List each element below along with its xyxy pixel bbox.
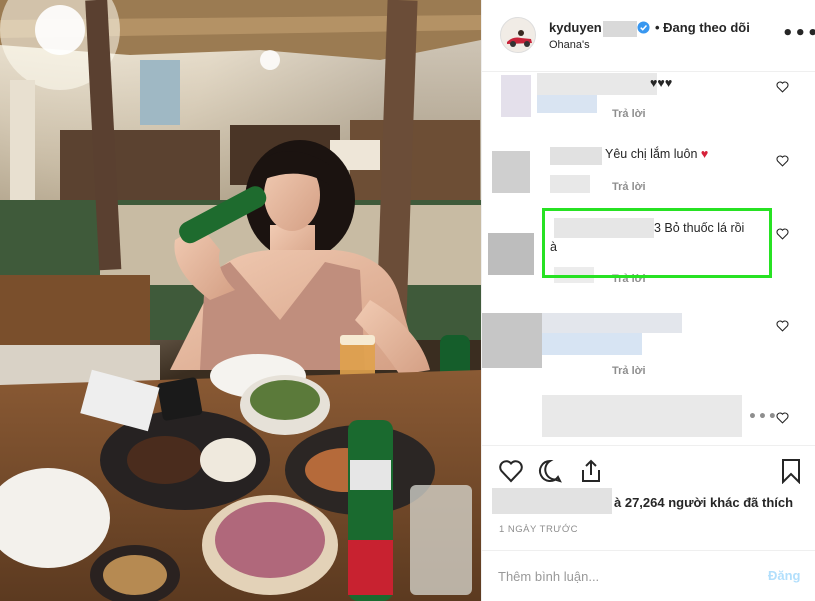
comment-text-redacted <box>542 395 742 437</box>
comment-highlight-box <box>542 208 772 278</box>
add-comment-bar: Đăng <box>482 550 815 601</box>
verified-icon <box>637 21 650 34</box>
comment-text: Yêu chị lắm luôn ♥ <box>605 147 708 161</box>
likers-redacted <box>492 488 612 514</box>
comment-text-content: Yêu chị lắm luôn <box>605 147 698 161</box>
comment-icon[interactable] <box>537 458 563 484</box>
comment-like-icon[interactable] <box>776 81 789 93</box>
comment-like-icon[interactable] <box>776 228 789 240</box>
avatar-image <box>501 18 535 52</box>
share-icon[interactable] <box>578 458 604 484</box>
comment-more-icon[interactable]: ••• <box>748 409 778 425</box>
reply-button[interactable]: Trả lời <box>612 108 646 120</box>
post-timestamp[interactable]: 1 NGÀY TRƯỚC <box>499 524 578 535</box>
more-icon[interactable]: ••• <box>782 25 815 43</box>
post-header: kyduyen • Đang theo dõi Ohana's ••• <box>482 0 815 72</box>
comment-redacted <box>537 95 597 113</box>
comment-like-icon[interactable] <box>776 155 789 167</box>
username-text: kyduyen <box>549 20 602 35</box>
comment-avatar[interactable] <box>488 233 534 275</box>
reply-button[interactable]: Trả lời <box>612 181 646 193</box>
avatar[interactable] <box>500 17 536 53</box>
comment-username-redacted <box>550 147 602 165</box>
post-photo-image <box>0 0 481 601</box>
likes-count[interactable]: à 27,264 người khác đã thích <box>614 495 793 510</box>
comment-username-redacted <box>542 313 682 333</box>
heart-icon[interactable] <box>498 458 524 484</box>
comment-redacted <box>550 175 590 193</box>
comment-like-icon[interactable] <box>776 320 789 332</box>
post-comment-button[interactable]: Đăng <box>768 568 801 583</box>
username-redacted <box>602 20 637 37</box>
comment-avatar[interactable] <box>482 313 542 368</box>
bookmark-icon[interactable] <box>778 458 804 484</box>
red-heart-icon: ♥ <box>700 147 709 161</box>
add-comment-input[interactable] <box>498 566 748 586</box>
following-button[interactable]: • Đang theo dõi <box>655 20 750 35</box>
comment-text: ♥♥♥ <box>650 76 673 90</box>
reply-button[interactable]: Trả lời <box>612 365 646 377</box>
username-link[interactable]: kyduyen <box>549 20 637 37</box>
post-actions: à 27,264 người khác đã thích 1 NGÀY TRƯỚ… <box>482 445 815 550</box>
post-sidebar: kyduyen • Đang theo dõi Ohana's ••• ♥♥♥ … <box>481 0 815 601</box>
comment-text-redacted <box>542 333 642 355</box>
comment-username-redacted <box>537 73 657 95</box>
post-photo[interactable] <box>0 0 481 601</box>
comment-avatar[interactable] <box>492 151 530 193</box>
comment-like-icon[interactable] <box>776 412 789 424</box>
comments-list[interactable]: ♥♥♥ Trả lời Yêu chị lắm luôn ♥ Trả lời 3… <box>482 73 815 445</box>
comment-avatar[interactable] <box>501 75 531 117</box>
location-link[interactable]: Ohana's <box>549 39 590 51</box>
